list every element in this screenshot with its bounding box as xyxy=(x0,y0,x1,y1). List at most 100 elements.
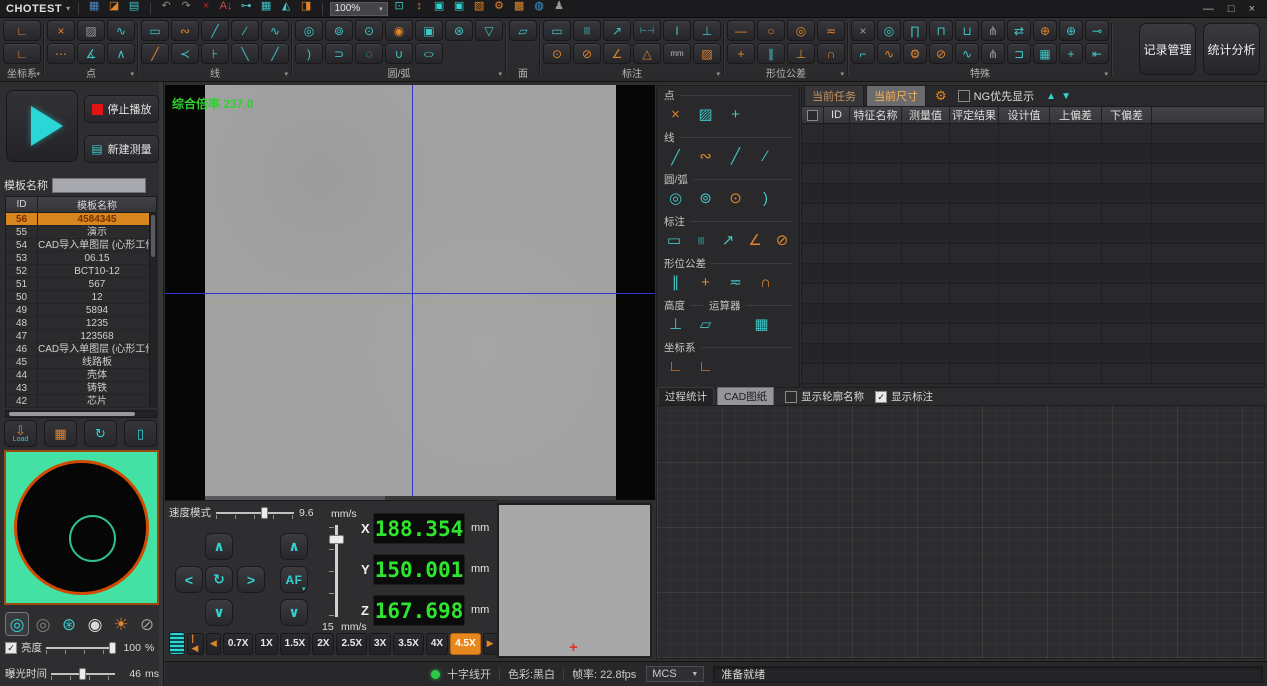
stage-left-button[interactable]: < xyxy=(175,566,203,593)
cad-grid-canvas[interactable] xyxy=(656,405,1265,659)
move-down-icon[interactable]: ▼ xyxy=(1061,91,1071,102)
backlight-button[interactable]: ☀ xyxy=(109,612,133,636)
maximize-button[interactable]: □ xyxy=(1228,3,1235,15)
delete-template-button[interactable]: ▯ xyxy=(124,420,157,447)
speed-slider[interactable] xyxy=(216,506,294,520)
dim-point-button[interactable]: ↗ xyxy=(717,229,739,252)
app-menu-button[interactable]: CHOTEST xyxy=(6,3,71,15)
minimize-button[interactable]: — xyxy=(1203,3,1214,15)
point-sequence-button[interactable]: ⋯ xyxy=(47,43,75,64)
dim-distance-button[interactable]: ||| xyxy=(573,20,601,41)
arc-three-point-button[interactable]: ⊃ xyxy=(325,43,353,64)
gdt-profile-button[interactable]: ∩ xyxy=(753,271,778,294)
stage-up-button[interactable]: ∧ xyxy=(205,533,233,560)
special-center-button[interactable]: ⊕ xyxy=(1059,20,1083,41)
mirror-icon[interactable]: ◭ xyxy=(278,1,295,16)
tab-process-statistics[interactable]: 过程统计 xyxy=(658,387,714,406)
circle-dashed-button[interactable]: ⊙ xyxy=(355,20,383,41)
move-up-icon[interactable]: ▲ xyxy=(1046,91,1056,102)
template-row[interactable]: 47123568 xyxy=(6,330,156,343)
panel-splitter[interactable] xyxy=(159,82,163,686)
special-comb-button[interactable]: ∏ xyxy=(903,20,927,41)
csys-part-button[interactable]: ∟ xyxy=(3,43,41,64)
dim-length-button[interactable]: ▭ xyxy=(543,20,571,41)
special-cross-button[interactable]: + xyxy=(1059,43,1083,64)
display-icon[interactable]: ⊡ xyxy=(391,1,408,16)
statistics-button[interactable]: 统计分析 xyxy=(1203,23,1260,75)
cube-3d-icon[interactable]: ▧ xyxy=(471,1,488,16)
stage-right-button[interactable]: > xyxy=(237,566,265,593)
gdt-concentricity-button[interactable]: ◎ xyxy=(787,20,815,41)
undo-icon[interactable]: ↶ xyxy=(158,1,175,16)
language-globe-icon[interactable]: ◍ xyxy=(531,1,548,16)
ng-priority-checkbox[interactable] xyxy=(958,90,970,102)
point-peak-button[interactable]: ∿ xyxy=(107,20,135,41)
height-measure-icon[interactable]: ↕ xyxy=(411,1,428,16)
view-zoom-select[interactable]: 100%▾ xyxy=(330,2,388,16)
template-row[interactable]: 46CAD导入单图层 (心形工件... xyxy=(6,343,156,356)
group-dropdown-icon[interactable]: ▾ xyxy=(36,70,40,78)
special-arch-button[interactable]: ⊓ xyxy=(929,20,953,41)
exposure-slider[interactable] xyxy=(51,667,115,681)
z-speed-slider[interactable] xyxy=(329,525,343,617)
calculator-button[interactable]: ▦ xyxy=(749,313,774,336)
dim-distance-button[interactable]: ||| xyxy=(690,229,712,252)
zoom-level-0.7x-button[interactable]: 0.7X xyxy=(223,633,254,655)
ring-light-button[interactable]: ◎ xyxy=(5,612,29,636)
dim-perp-button[interactable]: ⊥ xyxy=(693,20,721,41)
gdt-parallelism-button[interactable]: ∥ xyxy=(757,43,785,64)
light-off-button[interactable]: ⊘ xyxy=(135,612,159,636)
brightness-slider[interactable] xyxy=(46,641,115,655)
export-image-icon[interactable]: ◨ xyxy=(298,1,315,16)
vx-monitor-icon[interactable]: ▣ xyxy=(451,1,468,16)
show-annotation-checkbox[interactable] xyxy=(875,391,887,403)
calibration-grid-icon[interactable]: ▩ xyxy=(511,1,528,16)
select-all-checkbox[interactable] xyxy=(807,110,818,121)
line-basic-button[interactable]: ╱ xyxy=(201,20,229,41)
point-edge-button[interactable]: ▨ xyxy=(77,20,105,41)
line-offset-button[interactable]: ╲ xyxy=(231,43,259,64)
circle-ring-button[interactable]: ◎ xyxy=(295,20,323,41)
special-swap-button[interactable]: ⇄ xyxy=(1007,20,1031,41)
zoom-level-1x-button[interactable]: 1X xyxy=(255,633,277,655)
circle-scan-button[interactable]: ◌ xyxy=(355,43,383,64)
new-measure-button[interactable]: ▤ 新建测量 xyxy=(84,135,159,163)
gdt-position-button[interactable]: + xyxy=(727,43,755,64)
coordinate-system-select[interactable]: MCS ▼ xyxy=(646,666,704,682)
zoom-level-4x-button[interactable]: 4X xyxy=(426,633,448,655)
dim-mm-button[interactable]: mm xyxy=(663,43,691,64)
dim-height-button[interactable]: I xyxy=(663,20,691,41)
special-slot-button[interactable]: ⊔ xyxy=(955,20,979,41)
template-row[interactable]: 43铸铁 xyxy=(6,382,156,395)
zoom-level-3.5x-button[interactable]: 3.5X xyxy=(393,633,424,655)
line-wave-button[interactable]: ∿ xyxy=(261,20,289,41)
line-bisector-button[interactable]: ≺ xyxy=(171,43,199,64)
line-two-point-button[interactable]: ∕ xyxy=(231,20,259,41)
z-down-button[interactable]: ∨ xyxy=(280,599,308,626)
next-step-button[interactable]: ▶ xyxy=(483,633,498,655)
line-midline-button[interactable]: ╱ xyxy=(141,43,169,64)
arc-basic-button[interactable]: ) xyxy=(295,43,323,64)
special-pill-button[interactable]: ⊸ xyxy=(1085,20,1109,41)
special-fork-button[interactable]: ⋔ xyxy=(981,20,1005,41)
template-row[interactable]: 51567 xyxy=(6,278,156,291)
light-preview[interactable] xyxy=(4,450,159,605)
play-button[interactable] xyxy=(6,90,78,162)
special-ring-button[interactable]: ◎ xyxy=(877,20,901,41)
brightness-checkbox[interactable] xyxy=(5,642,17,654)
dim-area-button[interactable]: ▨ xyxy=(693,43,721,64)
prev-step-button[interactable]: ◀ xyxy=(206,633,221,655)
gdt-symmetry-button[interactable]: ≂ xyxy=(817,20,845,41)
goto-first-button[interactable]: |◀ xyxy=(187,633,204,655)
group-dropdown-icon[interactable]: ▾ xyxy=(840,70,844,78)
stage-thumbnail[interactable]: + xyxy=(497,503,652,658)
special-target-button[interactable]: ⊕ xyxy=(1033,20,1057,41)
ring-light-outer-button[interactable]: ◎ xyxy=(31,612,55,636)
arc-button[interactable]: ) xyxy=(753,187,778,210)
segment-light-button[interactable]: ⊛ xyxy=(57,612,81,636)
csys-build2-button[interactable]: ∟ xyxy=(693,355,718,378)
template-row[interactable]: 52BCT10-12 xyxy=(6,265,156,278)
camera-viewport[interactable]: 综合倍率 237.0 xyxy=(165,85,655,500)
gdt-position-button[interactable]: + xyxy=(693,271,718,294)
line-scan-button[interactable]: ∾ xyxy=(171,20,199,41)
